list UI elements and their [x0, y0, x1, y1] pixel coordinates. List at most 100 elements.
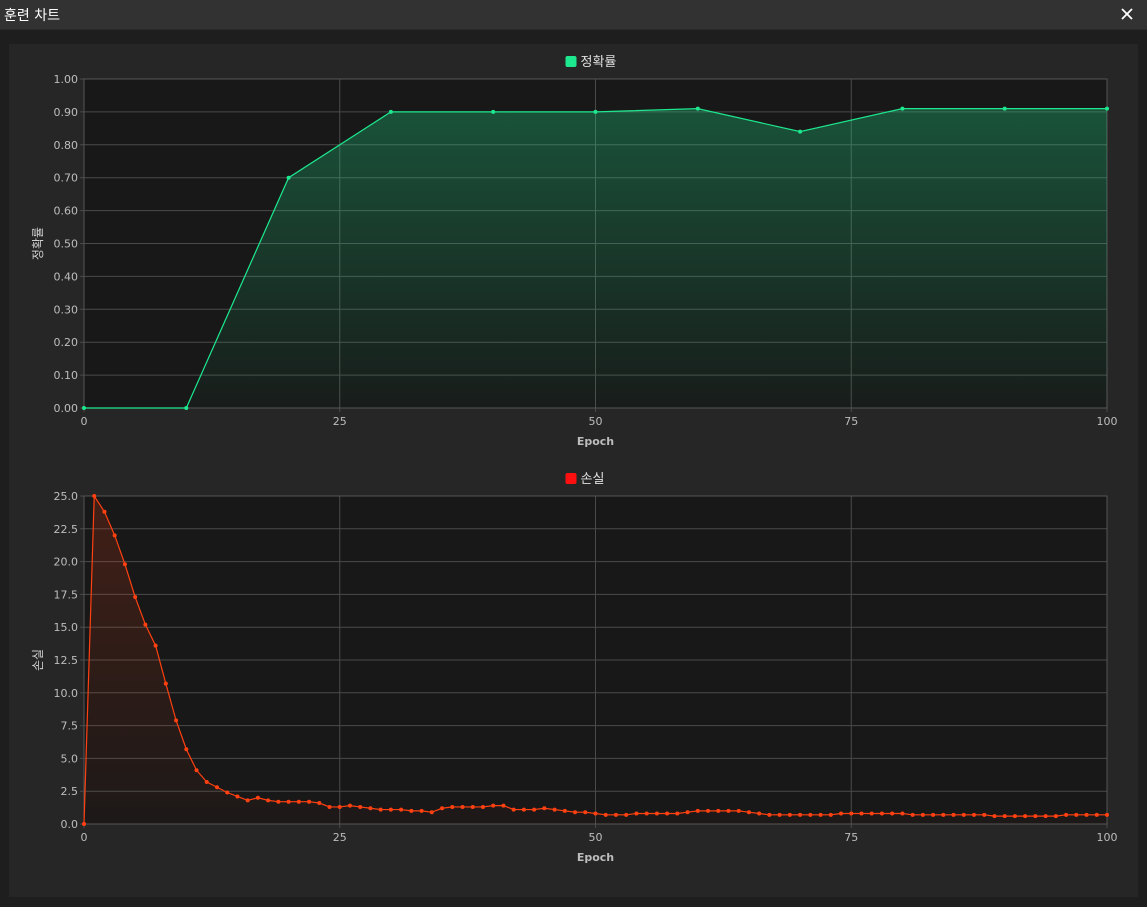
- data-point: [951, 812, 956, 817]
- y-tick-label: 20.0: [54, 556, 79, 569]
- data-point: [1053, 814, 1058, 819]
- y-tick-label: 2.5: [61, 785, 79, 798]
- x-tick-label: 100: [1097, 415, 1118, 428]
- x-tick-label: 25: [333, 415, 347, 428]
- data-point: [214, 785, 219, 790]
- data-point: [327, 804, 332, 809]
- data-point: [225, 790, 230, 795]
- data-point: [1002, 106, 1007, 111]
- data-point: [1094, 812, 1099, 817]
- data-point: [900, 106, 905, 111]
- data-point: [736, 808, 741, 813]
- data-point: [746, 810, 751, 815]
- data-point: [613, 812, 618, 817]
- data-point: [716, 808, 721, 813]
- x-axis-title: Epoch: [577, 435, 614, 448]
- data-point: [542, 806, 547, 811]
- data-point: [1023, 814, 1028, 819]
- data-point: [440, 806, 445, 811]
- data-point: [133, 595, 138, 600]
- data-point: [1033, 814, 1038, 819]
- data-point: [808, 812, 813, 817]
- data-point: [102, 509, 107, 514]
- chart-1: 0.0 2.5 5.0 7.5 10.0 12.5 15.0 17.5 20.0 22.5 25.0…: [31, 472, 1118, 864]
- data-point: [654, 811, 659, 816]
- data-point: [204, 780, 209, 785]
- y-tick-label: 0.70: [54, 172, 79, 185]
- data-point: [593, 109, 598, 114]
- data-point: [388, 807, 393, 812]
- y-tick-label: 12.5: [54, 654, 79, 667]
- y-tick-label: 5.0: [61, 752, 79, 765]
- data-point: [706, 808, 711, 813]
- x-tick-label: 75: [844, 415, 858, 428]
- data-point: [347, 803, 352, 808]
- data-point: [480, 804, 485, 809]
- y-tick-label: 25.0: [54, 490, 79, 503]
- data-point: [378, 807, 383, 812]
- data-point: [429, 810, 434, 815]
- data-point: [603, 812, 608, 817]
- data-point: [890, 811, 895, 816]
- data-point: [122, 562, 127, 567]
- x-tick-label: 0: [81, 831, 88, 844]
- data-point: [1074, 812, 1079, 817]
- data-point: [491, 109, 496, 114]
- data-point: [174, 718, 179, 723]
- data-point: [82, 406, 86, 410]
- data-point: [112, 533, 117, 538]
- chart-0: 0.00 0.10 0.20 0.30 0.40 0.50 0.60 0.70 0.80 0.90…: [31, 55, 1118, 448]
- data-point: [695, 106, 700, 111]
- data-point: [849, 811, 854, 816]
- y-tick-label: 0.00: [54, 402, 79, 415]
- y-tick-label: 0.80: [54, 139, 79, 152]
- y-tick-label: 15.0: [54, 621, 79, 634]
- data-point: [1084, 812, 1089, 817]
- data-point: [777, 812, 782, 817]
- data-point: [266, 798, 271, 803]
- data-point: [1105, 812, 1109, 817]
- data-point: [235, 794, 240, 799]
- data-point: [532, 807, 537, 812]
- y-tick-label: 0.10: [54, 369, 79, 382]
- data-point: [685, 810, 690, 815]
- data-point: [675, 811, 680, 816]
- data-point: [839, 811, 844, 816]
- y-tick-label: 7.5: [61, 720, 79, 733]
- x-tick-label: 25: [333, 831, 347, 844]
- data-point: [245, 798, 250, 803]
- data-point: [798, 129, 803, 134]
- chart-panel: 0.00 0.10 0.20 0.30 0.40 0.50 0.60 0.70 0.80 0.90…: [9, 44, 1138, 897]
- data-point: [307, 799, 312, 804]
- y-tick-label: 0.30: [54, 303, 79, 316]
- data-point: [317, 801, 322, 806]
- data-point: [409, 808, 414, 813]
- data-point: [450, 804, 455, 809]
- y-tick-label: 0.0: [61, 818, 79, 831]
- y-tick-label: 0.90: [54, 106, 79, 119]
- data-point: [1105, 106, 1109, 111]
- x-axis-title: Epoch: [577, 851, 614, 864]
- title-bar: 훈련 차트: [0, 0, 1147, 30]
- data-point: [521, 807, 526, 812]
- close-icon[interactable]: [1117, 4, 1137, 24]
- data-point: [276, 799, 281, 804]
- data-point: [767, 812, 772, 817]
- x-tick-label: 100: [1097, 831, 1118, 844]
- data-point: [286, 799, 291, 804]
- data-point: [624, 812, 629, 817]
- training-charts: 0.000.100.200.300.400.500.600.700.800.90…: [31, 55, 1118, 864]
- data-point: [470, 804, 475, 809]
- data-point: [562, 808, 567, 813]
- data-point: [982, 812, 987, 817]
- data-point: [920, 812, 925, 817]
- data-point: [255, 795, 260, 800]
- data-point: [1012, 814, 1017, 819]
- data-point: [368, 806, 373, 811]
- y-tick-label: 0.40: [54, 270, 79, 283]
- data-point: [583, 810, 588, 815]
- data-point: [1064, 812, 1069, 817]
- data-point: [900, 811, 905, 816]
- x-tick-label: 50: [589, 831, 603, 844]
- data-point: [634, 811, 639, 816]
